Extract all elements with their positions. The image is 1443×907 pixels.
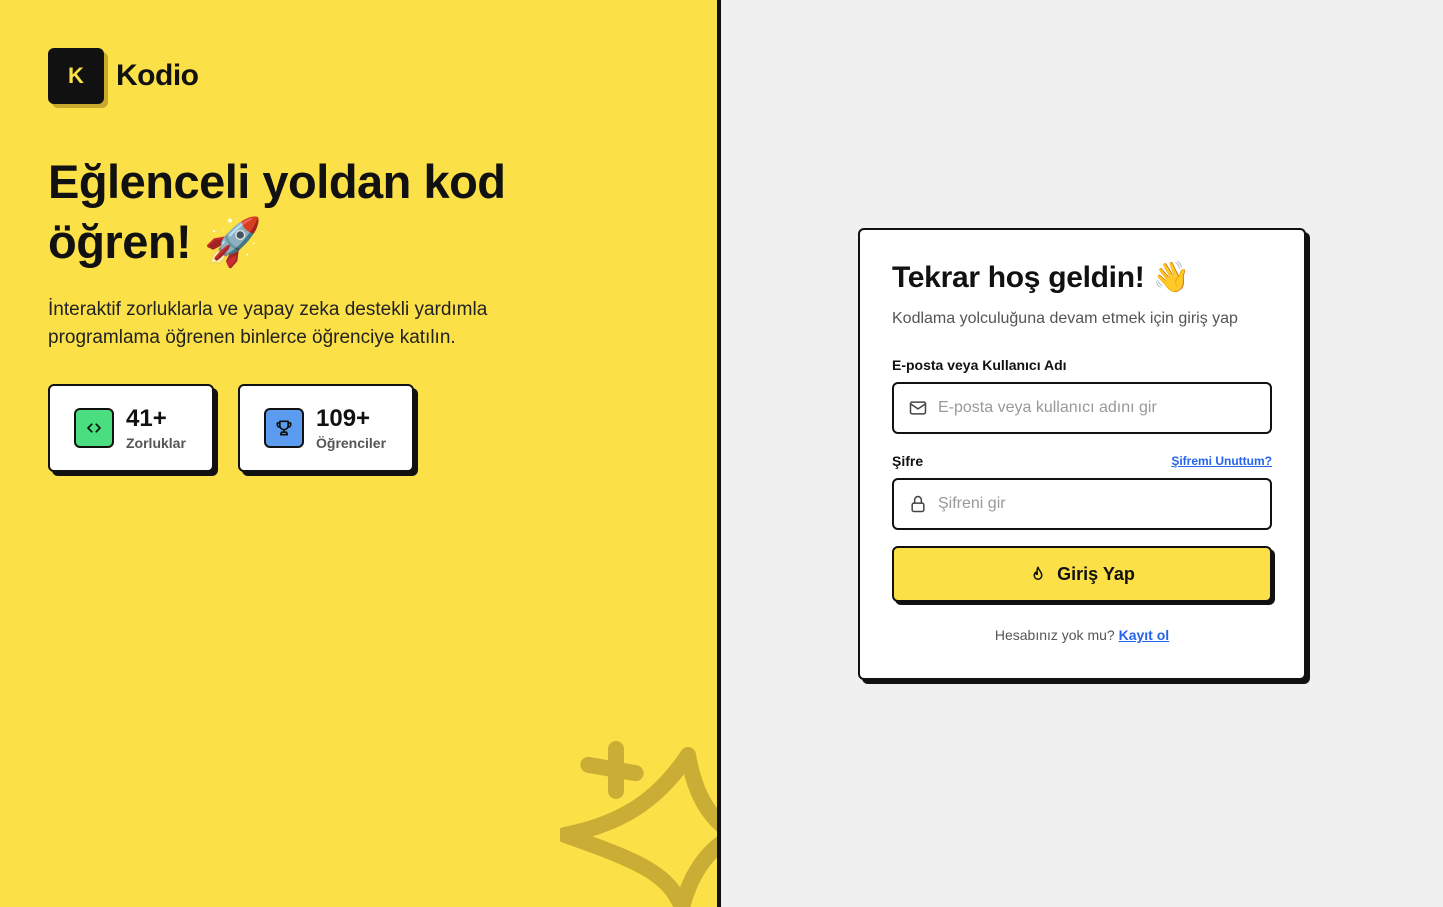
logo-icon: K	[48, 48, 104, 104]
brand-name: Kodio	[116, 59, 199, 92]
signup-row: Hesabınız yok mu? Kayıt ol	[860, 627, 1304, 643]
stat-value: 109+	[316, 405, 371, 432]
stat-value: 41+	[126, 405, 167, 432]
trophy-icon	[264, 408, 304, 448]
brand-logo[interactable]: K Kodio	[48, 48, 199, 104]
signup-link[interactable]: Kayıt ol	[1119, 627, 1170, 643]
code-icon	[74, 408, 114, 448]
login-title: Tekrar hoş geldin! 👋	[892, 261, 1190, 294]
no-account-text: Hesabınız yok mu?	[994, 627, 1115, 643]
logo-letter: K	[68, 63, 84, 88]
stat-card-students: 109+ Öğrenciler	[238, 384, 414, 472]
hero-panel: K Kodio Eğlenceli yoldan kod öğren! 🚀 İn…	[0, 0, 717, 907]
password-input[interactable]	[938, 480, 1270, 528]
stat-label: Öğrenciler	[316, 435, 387, 451]
mail-icon	[894, 384, 938, 432]
sparkle-decoration-icon	[560, 741, 717, 907]
email-field[interactable]	[892, 382, 1272, 434]
email-label: E-posta veya Kullanıcı Adı	[892, 357, 1067, 373]
hero-title: Eğlenceli yoldan kod öğren! 🚀	[48, 155, 506, 268]
hero-subtitle: İnteraktif zorluklarla ve yapay zeka des…	[48, 299, 488, 348]
forgot-password-link[interactable]: Şifremi Unuttum?	[1171, 454, 1272, 468]
email-input[interactable]	[938, 384, 1270, 432]
login-button[interactable]: Giriş Yap	[892, 546, 1272, 602]
stat-card-challenges: 41+ Zorluklar	[48, 384, 214, 472]
stat-label: Zorluklar	[126, 435, 186, 451]
login-subtitle: Kodlama yolculuğuna devam etmek için gir…	[892, 310, 1238, 327]
login-button-label: Giriş Yap	[1057, 563, 1135, 584]
login-card: Tekrar hoş geldin! 👋 Kodlama yolculuğuna…	[858, 228, 1306, 680]
flame-icon	[1029, 565, 1047, 583]
panel-divider	[717, 0, 721, 907]
lock-icon	[894, 480, 938, 528]
password-label: Şifre	[892, 453, 924, 469]
password-field[interactable]	[892, 478, 1272, 530]
